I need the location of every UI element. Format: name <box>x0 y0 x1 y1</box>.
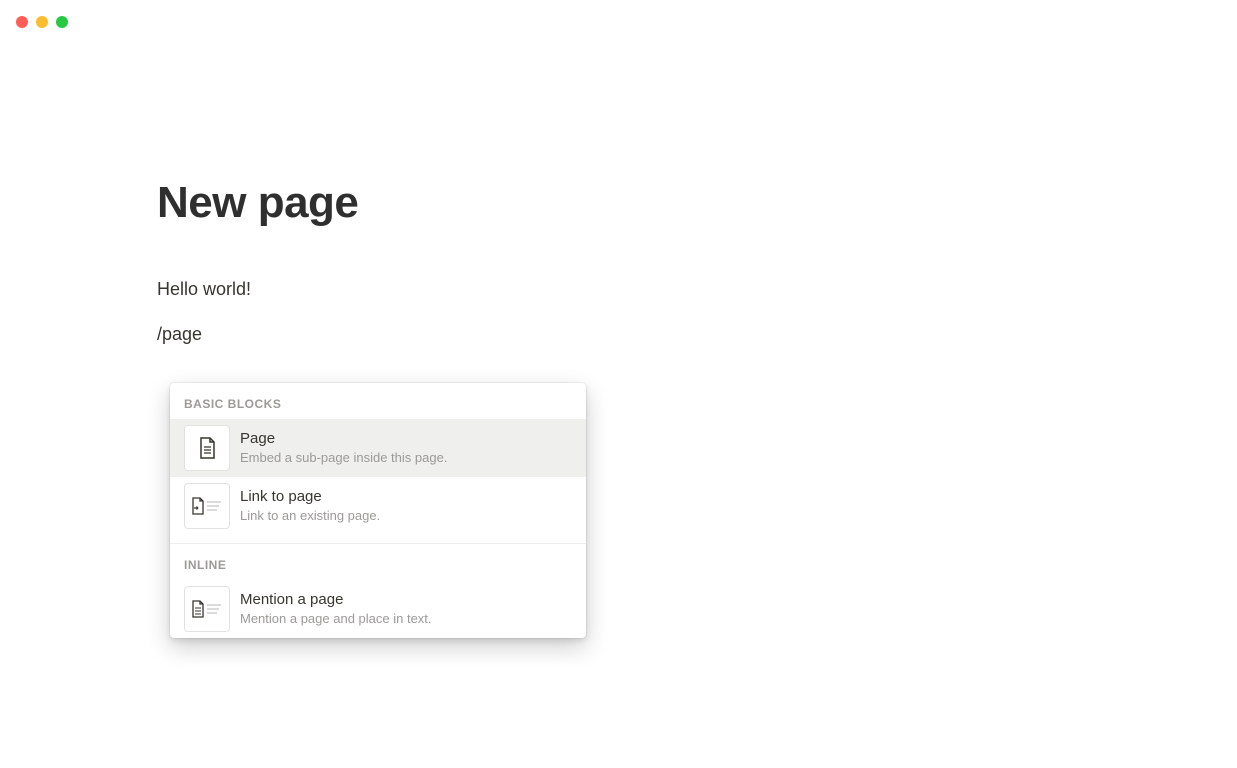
menu-item-page[interactable]: Page Embed a sub-page inside this page. <box>170 419 586 477</box>
menu-item-title: Mention a page <box>240 589 572 610</box>
maximize-window-button[interactable] <box>56 16 68 28</box>
menu-item-text: Page Embed a sub-page inside this page. <box>240 428 572 467</box>
page-icon <box>184 425 230 471</box>
menu-item-description: Embed a sub-page inside this page. <box>240 449 572 467</box>
close-window-button[interactable] <box>16 16 28 28</box>
menu-section-header-inline: INLINE <box>170 544 586 580</box>
minimize-window-button[interactable] <box>36 16 48 28</box>
menu-item-link-to-page[interactable]: Link to page Link to an existing page. <box>170 477 586 535</box>
menu-item-title: Link to page <box>240 486 572 507</box>
menu-item-description: Link to an existing page. <box>240 507 572 525</box>
menu-section-header-basic: BASIC BLOCKS <box>170 383 586 419</box>
menu-item-description: Mention a page and place in text. <box>240 610 572 628</box>
text-block[interactable]: Hello world! <box>157 276 1237 303</box>
menu-item-text: Mention a page Mention a page and place … <box>240 589 572 628</box>
page-title[interactable]: New page <box>157 178 1237 228</box>
window-controls <box>0 0 1237 28</box>
link-to-page-icon <box>184 483 230 529</box>
menu-item-text: Link to page Link to an existing page. <box>240 486 572 525</box>
menu-item-title: Page <box>240 428 572 449</box>
slash-command-input[interactable]: /page <box>157 321 1237 348</box>
slash-command-menu: BASIC BLOCKS Page Embed a sub-page insid… <box>170 383 586 638</box>
editor-content: New page Hello world! /page BASIC BLOCKS… <box>0 28 1237 348</box>
menu-item-mention-page[interactable]: Mention a page Mention a page and place … <box>170 580 586 638</box>
mention-page-icon <box>184 586 230 632</box>
